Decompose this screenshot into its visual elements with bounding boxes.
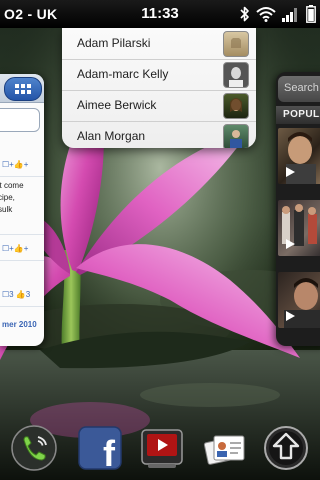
video-card[interactable]: Search POPULA <box>276 72 320 346</box>
launcher-arrow-icon <box>264 426 308 470</box>
play-icon <box>286 311 295 321</box>
facebook-app-button[interactable]: f <box>76 424 124 474</box>
phone-app-button[interactable] <box>10 424 58 472</box>
contact-photo-placeholder-icon <box>223 31 249 57</box>
feed-divider <box>0 260 44 261</box>
contact-name: Alan Morgan <box>77 129 146 143</box>
section-label: POPULA <box>283 109 320 120</box>
play-icon <box>286 167 295 177</box>
contact-photo-icon <box>223 62 249 88</box>
grid-view-button[interactable] <box>4 77 42 101</box>
feed-text-line: sulk <box>0 205 13 214</box>
feed-text-line: cipe, <box>0 193 15 202</box>
contact-name: Adam Pilarski <box>77 36 151 50</box>
feed-divider <box>0 306 44 307</box>
contact-item-alan-morgan[interactable]: Alan Morgan <box>62 121 256 148</box>
video-thumbnail[interactable] <box>278 272 320 328</box>
video-app-button[interactable] <box>138 424 186 472</box>
signal-icon <box>282 8 297 22</box>
contact-name: Adam-marc Kelly <box>77 67 169 81</box>
status-bar: O2 - UK 11:33 <box>0 0 320 28</box>
facebook-letter: f <box>103 433 116 472</box>
feed-divider <box>0 234 44 235</box>
video-thumbnail[interactable] <box>278 128 320 184</box>
battery-icon <box>306 5 316 23</box>
phone-icon <box>11 425 57 471</box>
card-toolbar <box>0 74 44 103</box>
contact-name: Aimee Berwick <box>77 98 157 112</box>
contact-item-adam-pilarski[interactable]: Adam Pilarski <box>62 28 256 60</box>
feed-actions[interactable]: ☐+👍+ <box>2 160 28 169</box>
contacts-icon <box>203 435 245 465</box>
app-dock: f <box>0 410 320 480</box>
feed-text-line: 't come <box>0 181 24 190</box>
search-field[interactable]: Search <box>278 76 320 102</box>
status-icons <box>240 4 316 24</box>
contact-photo-icon <box>223 93 249 119</box>
grid-icon <box>15 84 31 94</box>
contact-photo-icon <box>223 124 249 148</box>
feed-date: mer 2010 <box>2 320 37 329</box>
bluetooth-icon <box>240 6 249 22</box>
contact-item-aimee-berwick[interactable]: Aimee Berwick <box>62 90 256 122</box>
browser-card[interactable]: ☐+👍+ 't come cipe, sulk ☐+👍+ ☐3 👍3 mer 2… <box>0 74 44 346</box>
feed-divider <box>0 176 44 177</box>
launcher-button[interactable] <box>262 424 310 472</box>
address-field[interactable] <box>0 108 40 132</box>
contacts-list-menu: Adam Pilarski Adam-marc Kelly Aimee Berw… <box>62 28 256 148</box>
contacts-app-button[interactable] <box>200 424 248 472</box>
search-placeholder: Search <box>284 82 319 94</box>
contact-item-adam-marc-kelly[interactable]: Adam-marc Kelly <box>62 59 256 91</box>
feed-actions[interactable]: ☐+👍+ <box>2 244 28 253</box>
video-player-icon <box>141 429 183 468</box>
section-header: POPULA <box>276 106 320 124</box>
facebook-icon: f <box>78 426 122 474</box>
feed-actions[interactable]: ☐3 👍3 <box>2 290 30 299</box>
video-thumbnail[interactable] <box>278 200 320 256</box>
wifi-icon <box>256 7 276 22</box>
play-icon <box>286 239 295 249</box>
